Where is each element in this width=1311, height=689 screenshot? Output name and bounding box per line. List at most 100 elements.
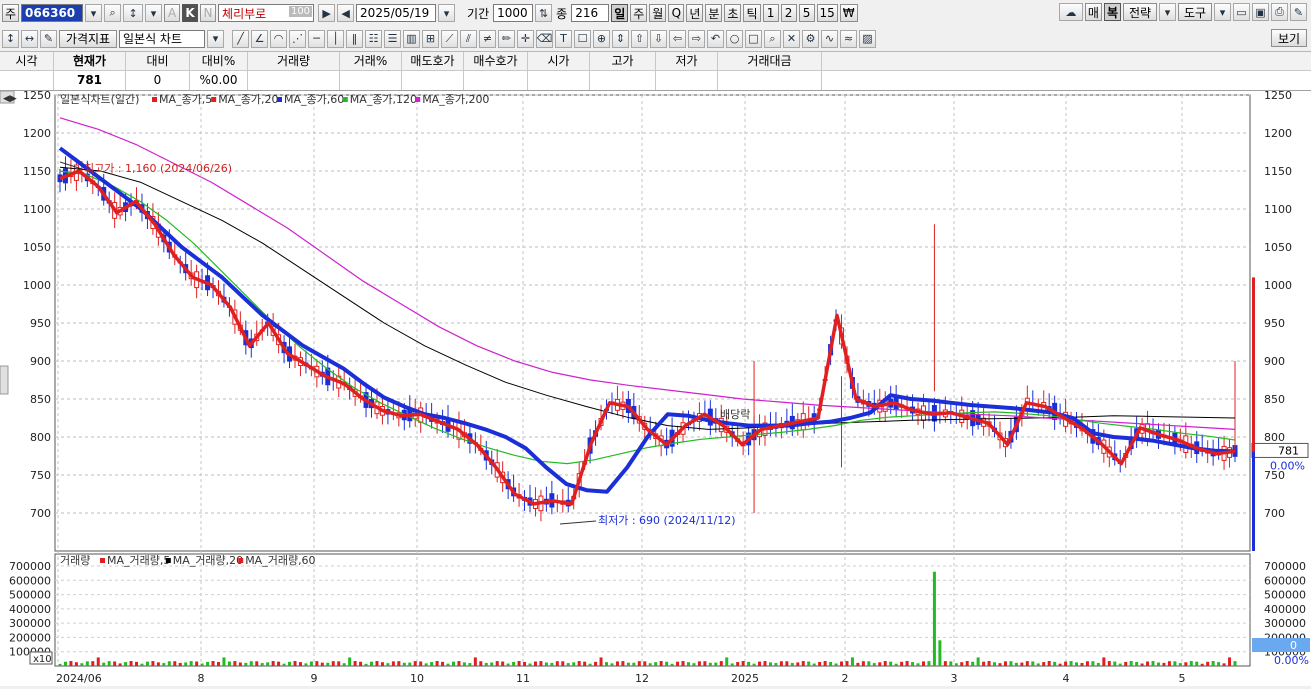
delete-icon[interactable]: ✕: [783, 29, 800, 48]
interval-day[interactable]: 일: [611, 4, 629, 22]
angle-tool-icon[interactable]: ∠: [251, 29, 268, 48]
andrews-tool-icon[interactable]: ⊞: [422, 29, 439, 48]
volume-bar: [216, 661, 220, 666]
eraser-icon[interactable]: ⌫: [536, 29, 553, 48]
interval-quarter[interactable]: Q: [668, 4, 685, 22]
view-button[interactable]: 보기: [1271, 29, 1307, 47]
rect-tool-icon[interactable]: □: [745, 29, 762, 48]
n-button[interactable]: N: [200, 4, 217, 22]
up-arrow-icon[interactable]: ⇧: [631, 29, 648, 48]
volume-bar: [227, 661, 231, 666]
prev-arrow-icon[interactable]: ◀: [337, 4, 355, 22]
hline-tool-icon[interactable]: ─: [308, 29, 325, 48]
down-arrow-icon[interactable]: ⇩: [650, 29, 667, 48]
next-arrow-icon[interactable]: ▶: [318, 4, 336, 22]
interval-tick[interactable]: 틱: [743, 4, 761, 22]
interval-2[interactable]: 2: [780, 4, 797, 22]
volume-bar: [703, 661, 707, 666]
zoom-in-icon[interactable]: ⊕: [593, 29, 610, 48]
tools-dropdown-icon[interactable]: ▾: [1214, 3, 1231, 21]
x-label: 4: [1063, 672, 1070, 685]
trend-tool-icon[interactable]: ⟋: [441, 29, 458, 48]
options-dropdown-icon[interactable]: ▾: [145, 4, 163, 22]
horizontal-arrow-icon[interactable]: ↔: [21, 29, 38, 48]
cloud-icon[interactable]: ☁: [1058, 3, 1083, 21]
interval-month[interactable]: 월: [649, 4, 667, 22]
code-dropdown-icon[interactable]: ▾: [85, 4, 103, 22]
volume-bar: [173, 661, 177, 666]
period-spin-icon[interactable]: ⇅: [535, 4, 553, 22]
arc-tool-icon[interactable]: ◠: [270, 29, 287, 48]
interval-5[interactable]: 5: [798, 4, 815, 22]
legend-swatch: [100, 558, 105, 563]
volume-bar: [370, 661, 374, 666]
crosshair-icon[interactable]: ✛: [517, 29, 534, 48]
edit-icon[interactable]: ✎: [40, 29, 57, 48]
settings-icon[interactable]: ⚙: [802, 29, 819, 48]
strategy-dropdown-icon[interactable]: ▾: [1159, 3, 1176, 21]
fibo-tool-icon[interactable]: ☰: [384, 29, 401, 48]
volume-bar: [206, 661, 210, 666]
interval-minute[interactable]: 분: [705, 4, 723, 22]
sort-icon[interactable]: ↕: [123, 4, 144, 22]
market-selector[interactable]: 주: [2, 4, 20, 22]
undo-icon[interactable]: ↶: [707, 29, 724, 48]
quote-low: [656, 71, 718, 90]
date-dropdown-icon[interactable]: ▾: [438, 4, 456, 22]
count-input[interactable]: 216: [571, 4, 610, 22]
period-input[interactable]: 1000: [493, 4, 534, 22]
stock-code-input[interactable]: 066360: [21, 4, 84, 22]
legend-swatch: [342, 97, 348, 102]
won-icon[interactable]: ₩: [839, 4, 858, 22]
volume-ytick-right: 700000: [1264, 560, 1306, 573]
volume-bar: [807, 661, 811, 666]
buy-sell-button[interactable]: 매: [1084, 3, 1102, 21]
volume-bar: [938, 640, 942, 666]
a-button[interactable]: A: [164, 4, 181, 22]
right-arrow-icon[interactable]: ⇨: [688, 29, 705, 48]
left-arrow-icon[interactable]: ⇦: [669, 29, 686, 48]
compound-button[interactable]: 복: [1103, 3, 1121, 21]
chart-type-dropdown-icon[interactable]: ▾: [207, 29, 224, 48]
wrench-icon[interactable]: ✎: [1290, 3, 1307, 21]
interval-year[interactable]: 년: [686, 4, 704, 22]
search-icon[interactable]: ⌕: [104, 4, 122, 22]
text-tool-icon[interactable]: T: [555, 29, 572, 48]
note-icon[interactable]: ☐: [574, 29, 591, 48]
x-label: 2024/06: [56, 672, 102, 685]
date-input[interactable]: 2025/05/19: [356, 4, 437, 22]
interval-1[interactable]: 1: [762, 4, 779, 22]
save-icon[interactable]: ▣: [1252, 3, 1269, 21]
open-folder-icon[interactable]: ▭: [1233, 3, 1250, 21]
interval-week[interactable]: 주: [630, 4, 648, 22]
wave2-icon[interactable]: ≈: [840, 29, 857, 48]
k-button[interactable]: K: [182, 4, 199, 22]
cycle-line-icon[interactable]: ‖: [346, 29, 363, 48]
chart-area[interactable]: ◀▶ 700 700 750 750 800 800 850 850 900 900 950 950 10…: [0, 89, 1311, 686]
scroll-icon[interactable]: ⇕: [612, 29, 629, 48]
channel-tool-icon[interactable]: ⫽: [460, 29, 477, 48]
strategy-button[interactable]: 전략: [1123, 3, 1157, 21]
volume-bar: [779, 661, 783, 666]
line-tool-icon[interactable]: ╱: [232, 29, 249, 48]
indicator-button[interactable]: 가격지표: [59, 29, 117, 48]
grid-line-icon[interactable]: ☷: [365, 29, 382, 48]
chart-type-select[interactable]: 일본식 차트: [119, 29, 205, 48]
wave-icon[interactable]: ∿: [821, 29, 838, 48]
tools-button[interactable]: 도구: [1178, 3, 1212, 21]
interval-15[interactable]: 15: [816, 4, 838, 22]
print-icon[interactable]: ⎙: [1271, 3, 1288, 21]
gann-tool-icon[interactable]: ▥: [403, 29, 420, 48]
circle-tool-icon[interactable]: ○: [726, 29, 743, 48]
regression-tool-icon[interactable]: ≠: [479, 29, 496, 48]
interval-second[interactable]: 초: [724, 4, 742, 22]
up-down-arrow-icon[interactable]: ↕: [2, 29, 19, 48]
pencil-icon[interactable]: ✏: [498, 29, 515, 48]
volume-bar: [954, 663, 958, 666]
fan-tool-icon[interactable]: ⋰: [289, 29, 306, 48]
image-icon[interactable]: ▨: [859, 29, 876, 48]
vline-tool-icon[interactable]: │: [327, 29, 344, 48]
volume-bar: [135, 661, 139, 666]
chart-svg[interactable]: ◀▶700 700750 750800 800850 850900 900950 95010…: [0, 89, 1311, 686]
magnifier-icon[interactable]: ⌕: [764, 29, 781, 48]
